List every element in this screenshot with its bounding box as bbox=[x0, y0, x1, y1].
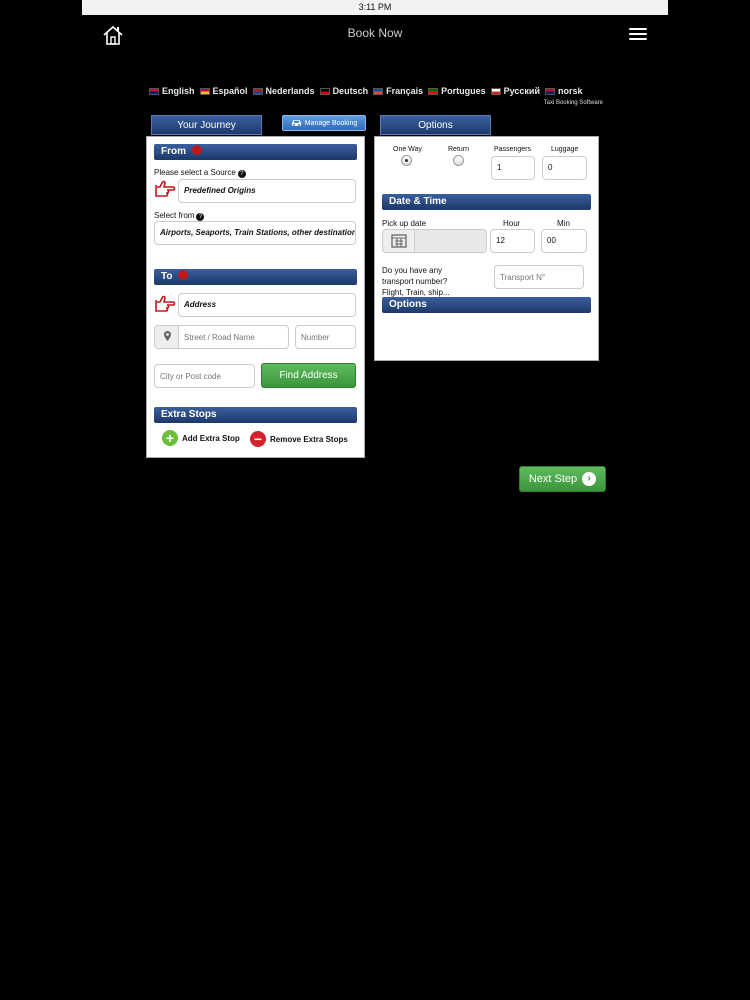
tab-options[interactable]: Options bbox=[380, 115, 491, 135]
luggage-input[interactable]: 0 bbox=[542, 156, 587, 180]
language-label: norsk bbox=[558, 86, 583, 96]
language-option[interactable]: Nederlands bbox=[252, 86, 315, 96]
language-option[interactable]: Русский bbox=[490, 86, 540, 96]
required-icon bbox=[192, 145, 202, 155]
hour-label: Hour bbox=[503, 219, 521, 228]
options-panel: One Way Return Passengers 1 Luggage 0 Da… bbox=[374, 136, 599, 361]
language-label: Nederlands bbox=[265, 86, 315, 96]
flag-icon bbox=[545, 87, 555, 95]
remove-extra-stops-label: Remove Extra Stops bbox=[270, 434, 348, 444]
top-bar: Book Now bbox=[82, 15, 668, 55]
help-icon[interactable]: ? bbox=[237, 170, 246, 178]
select-from-label: Select from? bbox=[154, 211, 205, 221]
from-header-label: From bbox=[161, 146, 186, 157]
pointing-hand-icon bbox=[155, 180, 176, 197]
language-label: Deutsch bbox=[332, 86, 369, 96]
language-label: Español bbox=[212, 86, 248, 96]
source-select[interactable]: Predefined Origins bbox=[178, 179, 356, 203]
status-bar: 3:11 PM bbox=[82, 0, 668, 15]
page-title: Book Now bbox=[347, 26, 403, 40]
manage-booking-button[interactable]: Manage Booking bbox=[282, 115, 366, 131]
language-label: Русский bbox=[503, 86, 540, 96]
language-option[interactable]: norsk bbox=[545, 86, 583, 96]
extra-stops-header: Extra Stops bbox=[154, 407, 357, 423]
transport-question: Do you have any transport number? Flight… bbox=[382, 265, 450, 298]
select-from-label-text: Select from bbox=[154, 211, 195, 220]
to-header: To bbox=[154, 269, 357, 285]
location-pin-icon bbox=[154, 325, 179, 349]
tab-your-journey[interactable]: Your Journey bbox=[151, 115, 262, 135]
pickup-date-label: Pick up date bbox=[382, 219, 427, 228]
next-step-button[interactable]: Next Step › bbox=[519, 466, 606, 492]
add-extra-stop-button[interactable]: + Add Extra Stop bbox=[162, 430, 240, 446]
return-radio[interactable] bbox=[453, 155, 464, 166]
flag-icon bbox=[252, 87, 263, 95]
language-label: English bbox=[162, 86, 195, 96]
passengers-input[interactable]: 1 bbox=[491, 156, 535, 180]
minus-icon: − bbox=[250, 431, 266, 447]
language-option[interactable]: Español bbox=[199, 86, 248, 96]
language-label: Portugues bbox=[441, 86, 486, 96]
pickup-date-input[interactable] bbox=[414, 229, 487, 253]
from-header: From bbox=[154, 144, 357, 160]
flag-icon bbox=[149, 87, 159, 95]
transport-question-line-2: transport number? bbox=[382, 277, 448, 286]
one-way-label: One Way bbox=[393, 146, 422, 153]
hamburger-menu-icon[interactable] bbox=[629, 28, 647, 40]
min-label: Min bbox=[557, 219, 570, 228]
language-option[interactable]: English bbox=[149, 86, 195, 96]
next-step-label: Next Step bbox=[528, 473, 578, 485]
car-icon bbox=[291, 120, 301, 126]
journey-panel: From Please select a Source? Predefined … bbox=[146, 136, 365, 458]
one-way-radio[interactable] bbox=[401, 155, 412, 166]
required-icon bbox=[178, 270, 189, 280]
date-time-header-label: Date & Time bbox=[389, 196, 447, 207]
flag-icon bbox=[490, 87, 501, 95]
return-label: Return bbox=[448, 146, 470, 153]
transport-number-input[interactable] bbox=[494, 265, 584, 289]
luggage-label: Luggage bbox=[551, 146, 579, 153]
language-label: Français bbox=[386, 86, 424, 96]
language-selector: English Español Nederlands Deutsch Français P… bbox=[149, 86, 583, 96]
plus-icon: + bbox=[162, 430, 178, 446]
destination-type-select[interactable]: Address bbox=[178, 293, 356, 317]
language-option[interactable]: Deutsch bbox=[319, 86, 369, 96]
options-header: Options bbox=[382, 297, 591, 313]
flag-icon bbox=[373, 87, 384, 95]
city-postcode-input[interactable] bbox=[154, 364, 255, 388]
number-input[interactable] bbox=[295, 325, 356, 349]
transport-question-line-1: Do you have any bbox=[382, 266, 443, 275]
flag-icon bbox=[319, 87, 330, 95]
options-header-label: Options bbox=[389, 299, 427, 310]
find-address-button[interactable]: Find Address bbox=[261, 363, 356, 388]
pointing-hand-icon bbox=[155, 295, 176, 312]
arrow-right-icon: › bbox=[582, 472, 597, 486]
street-input[interactable] bbox=[178, 325, 289, 349]
select-from-dropdown[interactable]: Airports, Seaports, Train Stations, othe… bbox=[154, 221, 356, 245]
help-icon[interactable]: ? bbox=[196, 213, 205, 221]
remove-extra-stops-button[interactable]: − Remove Extra Stops bbox=[250, 431, 348, 447]
tagline: Taxi Booking Software bbox=[543, 100, 603, 106]
date-time-header: Date & Time bbox=[382, 194, 591, 210]
extra-stops-header-label: Extra Stops bbox=[161, 409, 217, 420]
passengers-label: Passengers bbox=[494, 146, 531, 153]
flag-icon bbox=[428, 87, 439, 95]
hour-select[interactable]: 12 bbox=[490, 229, 535, 253]
calendar-icon[interactable] bbox=[382, 229, 414, 253]
manage-booking-label: Manage Booking bbox=[304, 119, 358, 127]
min-select[interactable]: 00 bbox=[541, 229, 587, 253]
flag-icon bbox=[199, 87, 210, 95]
source-label: Please select a Source? bbox=[154, 168, 246, 178]
source-label-text: Please select a Source bbox=[154, 168, 236, 177]
language-option[interactable]: Français bbox=[373, 86, 423, 96]
to-header-label: To bbox=[161, 271, 173, 282]
language-option[interactable]: Portugues bbox=[428, 86, 486, 96]
add-extra-stop-label: Add Extra Stop bbox=[182, 433, 240, 443]
status-time: 3:11 PM bbox=[358, 2, 392, 12]
